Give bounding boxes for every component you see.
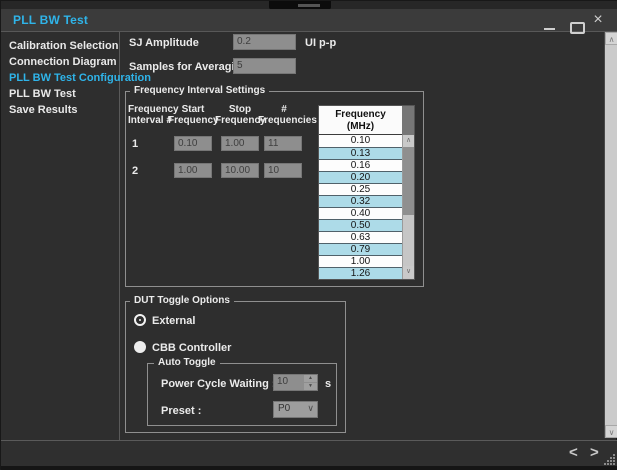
samples-for-averaging-input[interactable]: 5: [233, 58, 296, 74]
interval-1-start-input[interactable]: 0.10: [174, 136, 212, 151]
auto-toggle-title: Auto Toggle: [154, 357, 220, 368]
sj-amplitude-input[interactable]: 0.2: [233, 34, 296, 50]
radio-selected-dot: [139, 319, 141, 321]
scroll-up-icon[interactable]: ∧: [605, 32, 617, 45]
interval-2-num-input[interactable]: 10: [264, 163, 302, 178]
table-scrollbar[interactable]: ∧ ∨: [402, 135, 414, 279]
col-header-start-frequency: Start Frequency: [168, 104, 218, 126]
resize-grip-icon[interactable]: [604, 454, 616, 465]
chevron-down-icon: ∨: [307, 403, 314, 414]
maximize-icon[interactable]: [570, 22, 585, 34]
interval-1-stop-input[interactable]: 1.00: [221, 136, 259, 151]
table-row[interactable]: 0.13: [319, 147, 402, 159]
table-row[interactable]: 0.40: [319, 207, 402, 219]
sidebar-item-label: Calibration Selection: [9, 40, 118, 52]
external-radio[interactable]: [134, 314, 146, 326]
interval-2-start-input[interactable]: 1.00: [174, 163, 212, 178]
frequency-table-header-corner: [402, 106, 414, 136]
sidebar-item-label: PLL BW Test: [9, 88, 76, 100]
interval-2-index: 2: [132, 165, 138, 177]
power-cycle-waiting-label: Power Cycle Waiting :: [161, 378, 276, 390]
frequency-table: Frequency (MHz) 0.10 0.13 0.16 0.20 0.25…: [318, 105, 415, 280]
sidebar-item-pll-bw-test-configuration[interactable]: PLL BW Test Configuration: [1, 70, 125, 86]
preset-dropdown[interactable]: P0 ∨: [273, 401, 318, 418]
table-row[interactable]: 0.10: [319, 135, 402, 147]
sidebar-item-calibration-selection[interactable]: Calibration Selection: [1, 38, 125, 54]
table-row[interactable]: 0.79: [319, 243, 402, 255]
preset-value: P0: [278, 403, 290, 414]
sidebar-item-save-results[interactable]: Save Results: [1, 102, 125, 118]
cbb-controller-radio[interactable]: [134, 341, 146, 353]
table-scrollbar-thumb[interactable]: [403, 147, 414, 215]
window-bottom-edge: [1, 466, 617, 470]
table-row[interactable]: 0.25: [319, 183, 402, 195]
bottom-bar: < >: [1, 441, 617, 466]
sidebar-item-label: Save Results: [9, 104, 77, 116]
window-title: PLL BW Test: [13, 13, 88, 27]
sj-amplitude-unit: UI p-p: [305, 37, 336, 49]
interval-1-index: 1: [132, 138, 138, 150]
sj-amplitude-label: SJ Amplitude: [129, 37, 199, 49]
dut-toggle-options-title: DUT Toggle Options: [130, 295, 234, 306]
table-row[interactable]: 0.63: [319, 231, 402, 243]
drag-handle-icon: [298, 4, 320, 7]
sidebar-item-label: PLL BW Test Configuration: [9, 72, 151, 84]
spinner-down-icon[interactable]: ▼: [304, 383, 317, 390]
interval-1-num-input[interactable]: 11: [264, 136, 302, 151]
spinner-buttons: ▲ ▼: [304, 375, 317, 390]
table-row[interactable]: 0.20: [319, 171, 402, 183]
external-radio-label[interactable]: External: [152, 315, 195, 327]
cbb-controller-radio-label[interactable]: CBB Controller: [152, 342, 231, 354]
col-header-frequency-interval: Frequency Interval #: [128, 104, 170, 126]
frequency-table-header: Frequency (MHz): [319, 106, 402, 135]
power-cycle-waiting-stepper[interactable]: 10 ▲ ▼: [273, 374, 318, 391]
table-row[interactable]: 1.00: [319, 255, 402, 267]
titlebar: PLL BW Test ×: [1, 9, 617, 32]
main-scrollbar[interactable]: ∧ ∨: [604, 32, 617, 438]
scroll-down-icon[interactable]: ∨: [605, 425, 617, 438]
samples-for-averaging-label: Samples for Averaging: [129, 61, 248, 73]
preset-label: Preset :: [161, 405, 201, 417]
table-row[interactable]: 1.26: [319, 267, 402, 279]
power-cycle-waiting-unit: s: [325, 378, 331, 390]
interval-2-stop-input[interactable]: 10.00: [221, 163, 259, 178]
close-icon[interactable]: ×: [590, 10, 606, 30]
table-row[interactable]: 0.50: [319, 219, 402, 231]
sidebar-item-connection-diagram[interactable]: Connection Diagram: [1, 54, 125, 70]
table-row[interactable]: 0.32: [319, 195, 402, 207]
sidebar-item-pll-bw-test[interactable]: PLL BW Test: [1, 86, 125, 102]
app-window: PLL BW Test × Calibration Selection Conn…: [0, 0, 617, 469]
power-cycle-waiting-value: 10: [277, 376, 288, 387]
nav-next-icon[interactable]: >: [590, 443, 599, 463]
table-scroll-down-icon[interactable]: ∨: [403, 266, 414, 278]
frequency-interval-settings-title: Frequency Interval Settings: [130, 85, 269, 96]
table-row[interactable]: 0.16: [319, 159, 402, 171]
nav-previous-icon[interactable]: <: [569, 443, 578, 463]
sidebar-item-label: Connection Diagram: [9, 56, 117, 68]
table-scroll-up-icon[interactable]: ∧: [403, 135, 414, 147]
minimize-icon[interactable]: [544, 28, 555, 30]
col-header-num-frequencies: # Frequencies: [258, 104, 310, 126]
spinner-up-icon[interactable]: ▲: [304, 375, 317, 382]
